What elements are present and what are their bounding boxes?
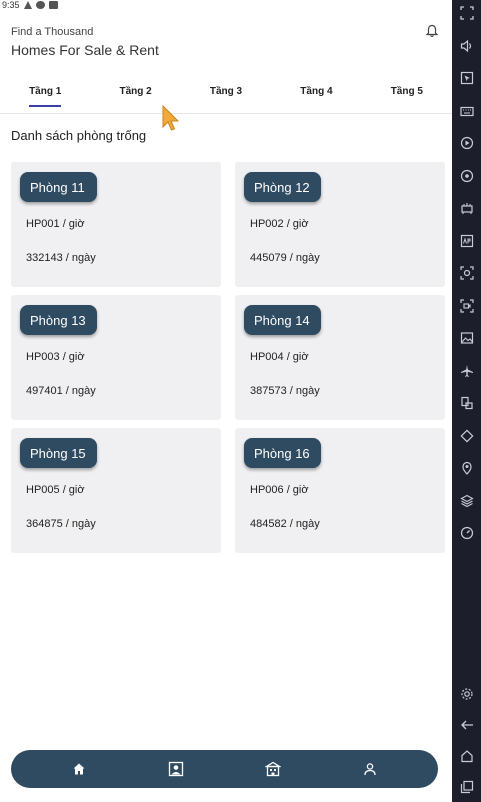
location-icon xyxy=(461,461,472,475)
fullscreen-button[interactable] xyxy=(458,4,476,22)
room-card[interactable]: Phòng 14 HP004 / giờ 387573 / ngày xyxy=(235,295,445,420)
app-header: Find a Thousand Homes For Sale & Rent xyxy=(11,26,159,58)
recent-apps-icon xyxy=(460,780,473,794)
room-name-badge: Phòng 14 xyxy=(244,305,321,335)
target-button[interactable] xyxy=(458,167,476,185)
tab-floor-4[interactable]: Tầng 4 xyxy=(271,84,361,113)
bell-icon[interactable] xyxy=(426,24,438,38)
room-card[interactable]: Phòng 11 HP001 / giờ 332143 / ngày xyxy=(11,162,221,287)
airplane-icon xyxy=(460,364,473,377)
room-code: HP004 / giờ xyxy=(250,351,309,363)
play-button[interactable] xyxy=(458,134,476,152)
location-button[interactable] xyxy=(458,459,476,477)
record-button[interactable] xyxy=(458,297,476,315)
nav-home-button[interactable] xyxy=(68,758,90,780)
volume-icon xyxy=(460,39,471,52)
header-title: Homes For Sale & Rent xyxy=(11,42,159,58)
tab-floor-3[interactable]: Tầng 3 xyxy=(181,84,271,113)
gallery-button[interactable] xyxy=(458,329,476,347)
mouse-cursor-icon xyxy=(162,105,180,131)
room-name-badge: Phòng 16 xyxy=(244,438,321,468)
rotate-button[interactable] xyxy=(458,427,476,445)
rotate-icon xyxy=(459,428,474,443)
multi-window-icon xyxy=(460,396,473,410)
device-screen: 9:35 Find a Thousand Homes For Sale & Re… xyxy=(0,0,481,802)
cursor-button[interactable] xyxy=(458,69,476,87)
room-price: 445079 / ngày xyxy=(250,252,320,264)
emulator-toolbar xyxy=(452,0,481,802)
camera-icon xyxy=(459,266,474,280)
multi-window-button[interactable] xyxy=(458,394,476,412)
warning-icon xyxy=(23,1,32,9)
settings-button[interactable] xyxy=(458,685,476,703)
home-button[interactable] xyxy=(458,747,476,765)
apk-button[interactable] xyxy=(458,232,476,250)
back-icon xyxy=(460,720,473,730)
image-icon xyxy=(460,332,473,344)
building-icon xyxy=(264,761,281,777)
room-price: 497401 / ngày xyxy=(26,385,96,397)
keyboard-button[interactable] xyxy=(458,102,476,120)
room-code: HP001 / giờ xyxy=(26,218,85,230)
speed-button[interactable] xyxy=(458,524,476,542)
room-card[interactable]: Phòng 16 HP006 / giờ 484582 / ngày xyxy=(235,428,445,553)
play-icon xyxy=(460,136,473,150)
bottom-nav xyxy=(11,750,438,788)
room-card[interactable]: Phòng 15 HP005 / giờ 364875 / ngày xyxy=(11,428,221,553)
section-title: Danh sách phòng trống xyxy=(11,128,147,143)
room-name-badge: Phòng 15 xyxy=(20,438,97,468)
header-subtitle: Find a Thousand xyxy=(11,26,94,38)
keyboard-icon xyxy=(459,106,474,116)
user-icon xyxy=(363,763,376,776)
room-code: HP003 / giờ xyxy=(26,351,85,363)
nav-building-button[interactable] xyxy=(262,758,284,780)
room-name-badge: Phòng 13 xyxy=(20,305,97,335)
room-price: 387573 / ngày xyxy=(250,385,320,397)
screenshot-button[interactable] xyxy=(458,264,476,282)
apk-icon xyxy=(460,234,473,247)
home-icon xyxy=(73,763,85,775)
room-price: 484582 / ngày xyxy=(250,518,320,530)
recent-apps-button[interactable] xyxy=(458,778,476,796)
nav-contacts-button[interactable] xyxy=(165,758,187,780)
airplane-button[interactable] xyxy=(458,362,476,380)
room-grid: Phòng 11 HP001 / giờ 332143 / ngày Phòng… xyxy=(11,162,445,553)
sync-icon xyxy=(460,203,473,214)
cursor-icon xyxy=(460,71,473,85)
room-code: HP005 / giờ xyxy=(26,484,85,496)
room-price: 364875 / ngày xyxy=(26,518,96,530)
room-card[interactable]: Phòng 13 HP003 / giờ 497401 / ngày xyxy=(11,295,221,420)
room-price: 332143 / ngày xyxy=(26,252,96,264)
nav-profile-button[interactable] xyxy=(359,758,381,780)
app-content: Find a Thousand Homes For Sale & Rent Tầ… xyxy=(0,10,452,802)
volume-button[interactable] xyxy=(458,37,476,55)
layers-button[interactable] xyxy=(458,492,476,510)
tab-floor-1[interactable]: Tầng 1 xyxy=(0,84,90,113)
home-icon xyxy=(460,750,473,763)
sim-icon xyxy=(48,1,58,9)
notification-icon xyxy=(35,1,45,9)
room-code: HP006 / giờ xyxy=(250,484,309,496)
floor-tabs: Tầng 1 Tầng 2 Tầng 3 Tầng 4 Tầng 5 xyxy=(0,84,452,114)
sync-button[interactable] xyxy=(458,199,476,217)
record-icon xyxy=(459,298,474,313)
fullscreen-icon xyxy=(459,6,474,20)
back-button[interactable] xyxy=(458,716,476,734)
room-name-badge: Phòng 12 xyxy=(244,172,321,202)
room-code: HP002 / giờ xyxy=(250,218,309,230)
layers-icon xyxy=(459,494,474,507)
settings-icon xyxy=(460,688,473,700)
status-bar: 9:35 xyxy=(0,0,452,10)
contact-card-icon xyxy=(168,761,184,777)
room-card[interactable]: Phòng 12 HP002 / giờ 445079 / ngày xyxy=(235,162,445,287)
speed-icon xyxy=(460,526,473,540)
status-time: 9:35 xyxy=(2,0,20,10)
tab-floor-5[interactable]: Tầng 5 xyxy=(362,84,452,113)
target-icon xyxy=(460,169,473,182)
room-name-badge: Phòng 11 xyxy=(20,172,97,202)
